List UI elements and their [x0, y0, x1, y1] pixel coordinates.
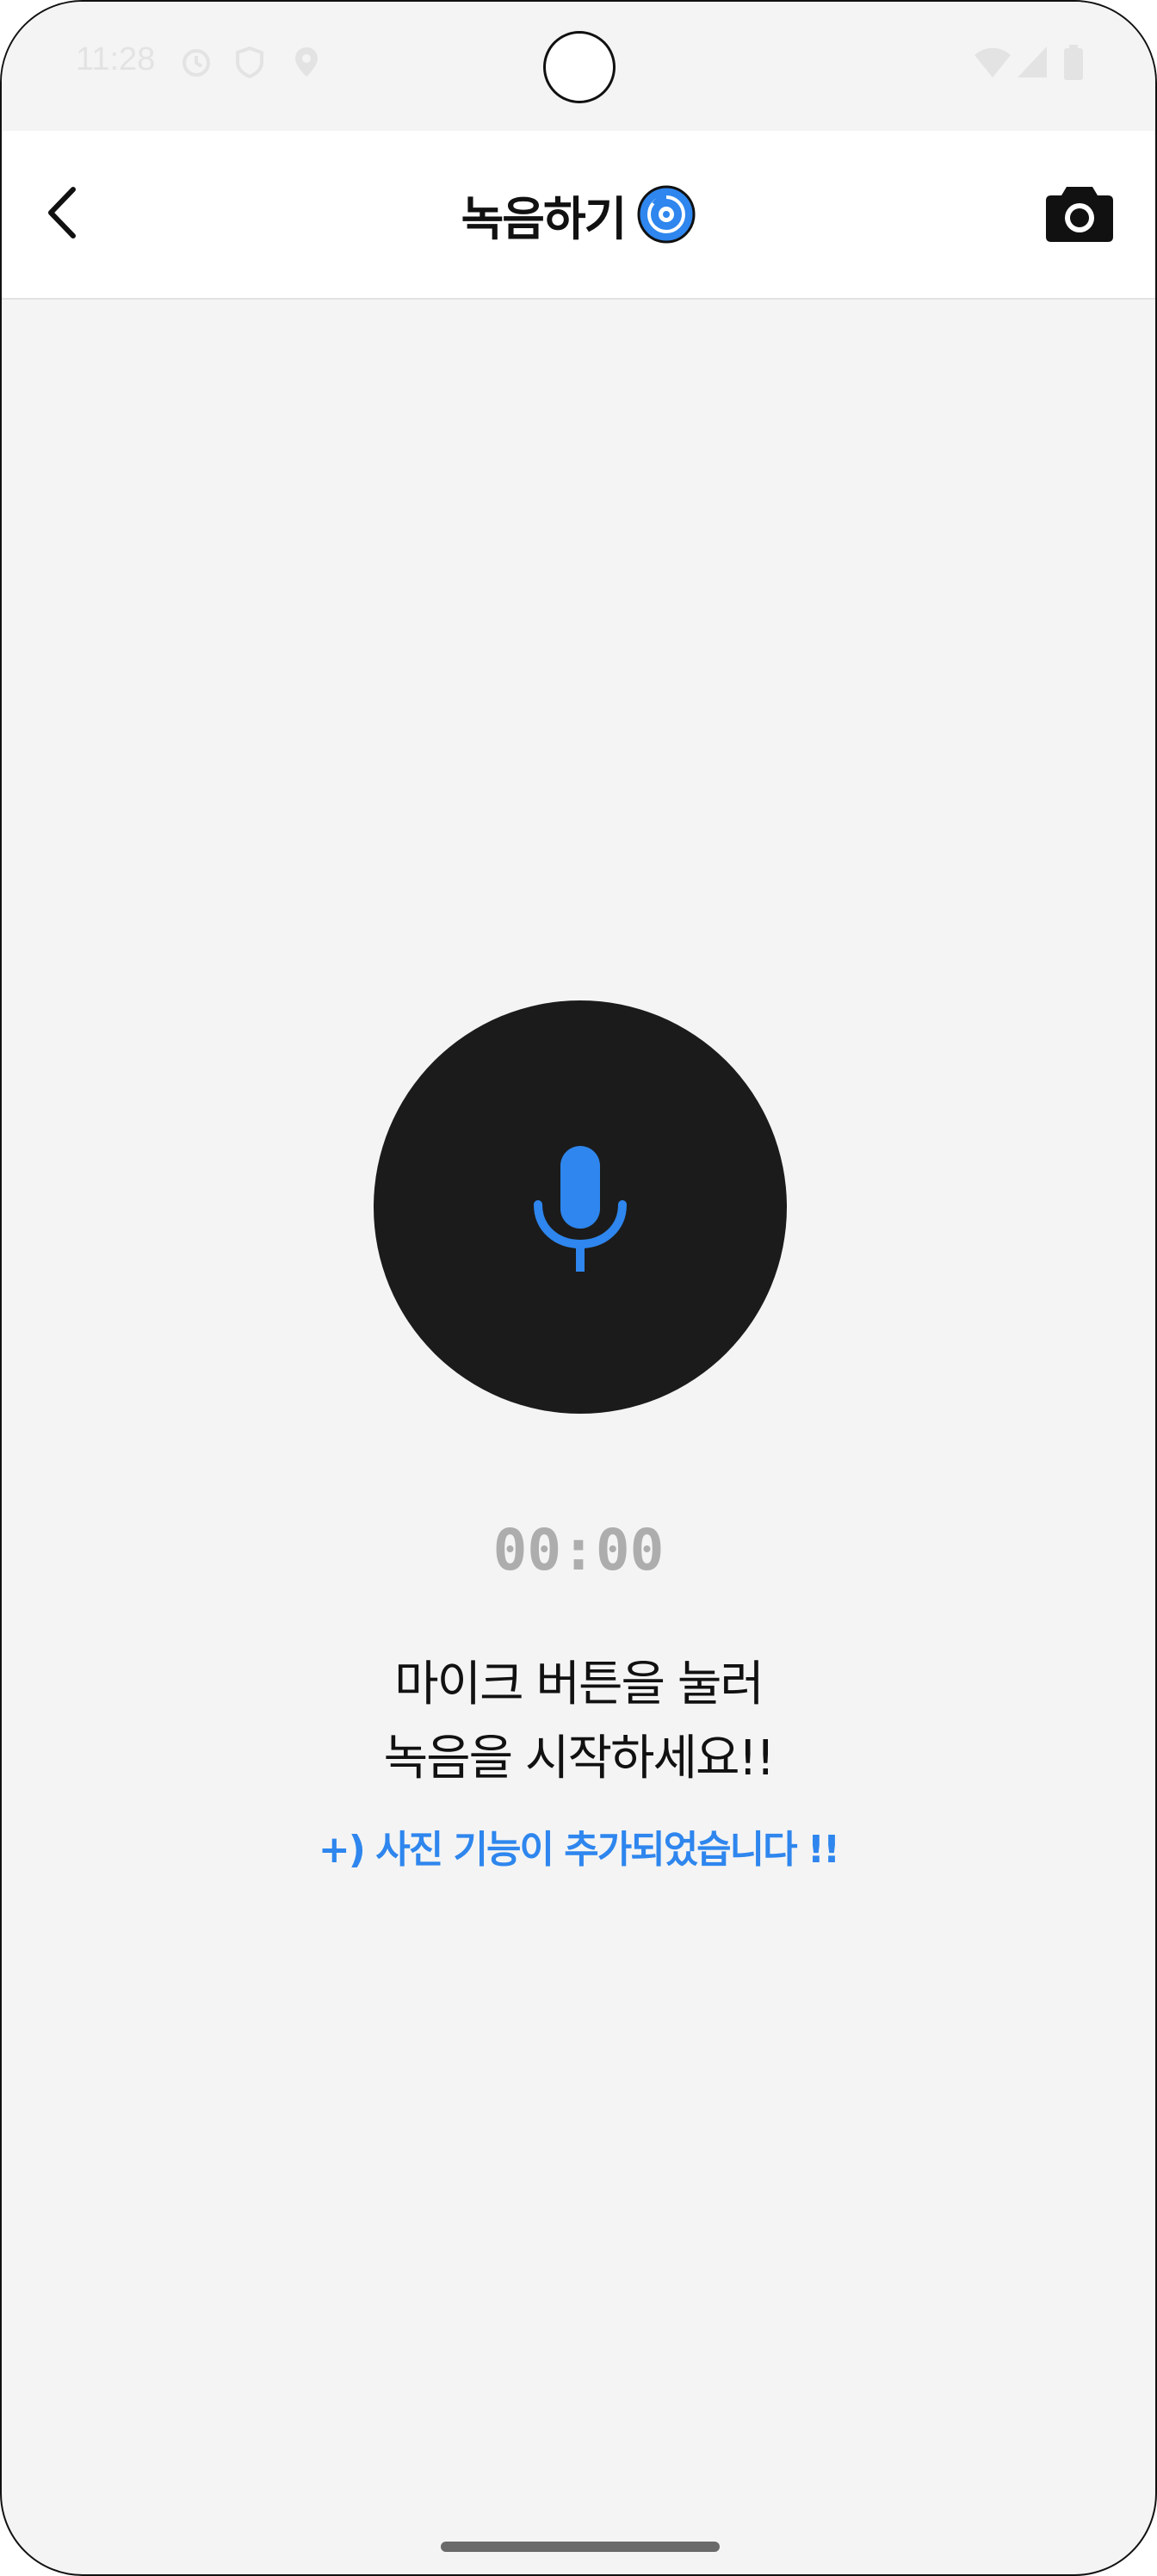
front-camera-cutout: [543, 31, 616, 103]
battery-icon: [1064, 45, 1083, 80]
camera-button[interactable]: [1042, 179, 1117, 248]
record-disc-icon: [637, 185, 696, 244]
instruction-line-1: 마이크 버튼을 눌러: [394, 1656, 764, 1712]
page-title: 녹음하기: [461, 191, 628, 246]
location-icon: [295, 47, 318, 77]
instruction-text: 마이크 버튼을 눌러 녹음을 시작하세요!!: [2, 1648, 1155, 1796]
home-indicator[interactable]: [441, 2542, 720, 2552]
app-bar: 녹음하기: [2, 131, 1155, 300]
status-time: 11:28: [76, 41, 156, 77]
device-frame: 11:28 녹음하기 00:00 마이크 버튼을 눌러 녹음을 시작하세요!! …: [0, 0, 1157, 2576]
wifi-icon: [974, 47, 1011, 77]
title-group: 녹음하기: [2, 131, 1155, 298]
shield-icon: [236, 46, 263, 79]
microphone-icon: [534, 1146, 627, 1272]
alarm-icon: [183, 49, 210, 77]
record-button[interactable]: [374, 1000, 787, 1414]
instruction-line-2: 녹음을 시작하세요!!: [383, 1731, 776, 1786]
camera-icon: [1046, 187, 1113, 242]
feature-notice: +) 사진 기능이 추가되었습니다 !!: [318, 1828, 840, 1872]
signal-icon: [1018, 46, 1047, 77]
recording-timer: 00:00: [492, 1517, 665, 1583]
status-bar: 11:28: [2, 2, 1155, 131]
